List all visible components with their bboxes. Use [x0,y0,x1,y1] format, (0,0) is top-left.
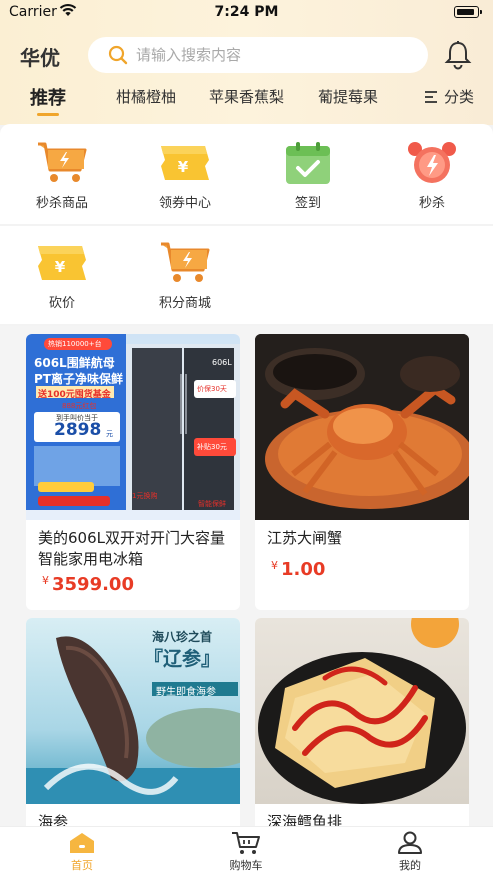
status-bar: Carrier 7:24 PM [0,0,493,24]
product-card[interactable]: 深海鳕鱼排 [255,618,469,826]
user-icon [398,831,422,854]
category-list-icon [425,90,437,103]
fridge-bottom2: 智能保鲜 [198,500,226,508]
fridge-side2: 补贴30元 [197,443,227,451]
quick-action-label: 秒杀 [418,196,445,211]
cart-flash-icon [38,142,87,182]
product-card[interactable]: 热销110000+台 606L围鲜航母 PT离子净味保鲜 送100元囤货基金 8… [26,334,240,610]
categories-label: 分类 [444,88,475,106]
product-card[interactable]: 海八珍之首 『辽参』 野生即食海参 海参 [26,618,240,826]
quick-action-label: 秒杀商品 [35,196,88,211]
product-name: 海参 [38,813,69,826]
fridge-bottom1: 1元换购 [132,492,158,500]
fridge-line1: 606L围鲜航母 [34,356,115,370]
brand-title: 华优 [20,46,60,70]
quick-action-label: 积分商城 [158,296,211,311]
currency-symbol: ¥ [271,559,278,572]
product-name: 深海鳕鱼排 [267,813,343,826]
quick-action-flash-sale[interactable]: 秒杀 [387,140,477,211]
tab-profile[interactable]: 我的 [370,831,450,873]
tab-apple-banana-pear[interactable]: 苹果香蕉梨 [209,86,284,107]
sea-cucumber-line2: 『辽参』 [144,648,221,670]
search-bar[interactable] [88,37,428,73]
svg-text:¥: ¥ [55,258,66,276]
coupon-icon: ¥ [38,246,86,280]
tab-grape-berry[interactable]: 葡提莓果 [318,86,378,107]
battery-icon [454,6,482,18]
product-feed: 热销110000+台 606L围鲜航母 PT离子净味保鲜 送100元囤货基金 8… [0,326,493,826]
search-icon [108,45,128,65]
bottom-tab-bar: 首页 购物车 我的 [0,826,493,879]
fridge-line3: 送100元囤货基金 [38,390,111,400]
tab-home[interactable]: 首页 [42,831,122,873]
quick-actions-row-2: ¥ 砍价 积分商城 [0,226,493,324]
tab-cart-label: 购物车 [229,859,263,872]
sea-cucumber-line3: 野生即食海参 [156,687,216,698]
quick-action-points-mall[interactable]: 积分商城 [140,240,230,311]
product-name: 美的606L双开对开门大容量智能家用电冰箱 [38,529,225,568]
search-input[interactable] [136,46,396,64]
alarm-clock-icon [408,142,456,183]
sea-cucumber-line1: 海八珍之首 [152,630,213,644]
currency-symbol: ¥ [42,574,49,587]
tab-cart[interactable]: 购物车 [206,831,286,873]
fridge-badge-888: 888元红包 [62,402,97,410]
product-card[interactable]: 江苏大闸蟹 ¥1.00 [255,334,469,610]
tab-citrus[interactable]: 柑橘橙柚 [116,86,176,107]
product-price: ¥3599.00 [26,570,240,595]
price-value: 1.00 [281,559,326,580]
quick-action-label: 签到 [294,196,321,211]
fridge-capacity: 606L [212,358,232,367]
crab-image [255,334,469,520]
bell-icon[interactable] [444,40,472,70]
crab-illustration [255,334,469,520]
status-time: 7:24 PM [214,4,279,20]
quick-action-label: 领券中心 [158,196,211,211]
calendar-check-icon [286,142,330,184]
tab-recommend[interactable]: 推荐 [30,84,66,110]
quick-action-label: 砍价 [48,296,75,311]
sea-cucumber-image: 海八珍之首 『辽参』 野生即食海参 [26,618,240,804]
quick-action-flash-sale-goods[interactable]: 秒杀商品 [17,140,107,211]
quick-actions-row-1: 秒杀商品 ¥ 领券中心 签到 秒杀 [0,124,493,224]
product-price: ¥1.00 [255,549,469,580]
price-value: 3599.00 [52,574,134,595]
home-icon [70,833,94,853]
fridge-price-unit: 元 [106,430,113,438]
coupon-icon: ¥ [161,146,209,180]
quick-action-coupon-center[interactable]: ¥ 领券中心 [140,140,230,211]
tab-active-indicator [37,113,59,116]
fish-fillet-image [255,618,469,804]
cart-icon [232,832,260,854]
quick-action-bargain[interactable]: ¥ 砍价 [17,240,107,311]
refrigerator-image: 热销110000+台 606L围鲜航母 PT离子净味保鲜 送100元囤货基金 8… [26,334,240,520]
fridge-line2: PT离子净味保鲜 [34,372,123,386]
fridge-top-badge: 热销110000+台 [48,340,102,348]
tab-profile-label: 我的 [399,859,421,872]
quick-action-check-in[interactable]: 签到 [263,140,353,211]
fish-fillet-illustration [258,618,466,804]
fridge-price-big: 2898 [54,420,102,440]
categories-button[interactable]: 分类 [424,86,474,107]
product-name: 江苏大闸蟹 [267,529,343,547]
svg-text:¥: ¥ [178,158,189,176]
cart-flash-icon [161,242,210,282]
tab-home-label: 首页 [71,859,93,872]
category-tabs: 推荐 柑橘橙柚 苹果香蕉梨 葡提莓果 分类 [0,84,493,124]
fridge-side1: 价保30天 [197,385,227,393]
